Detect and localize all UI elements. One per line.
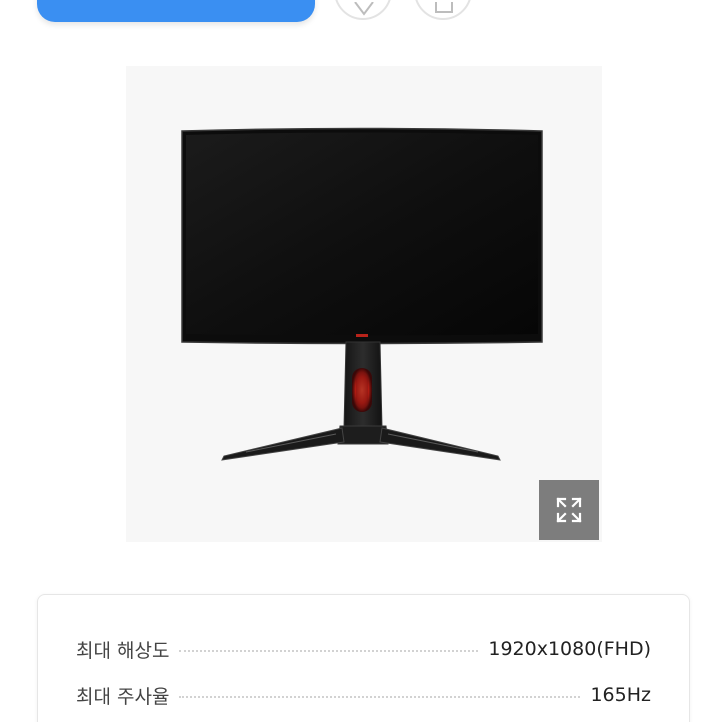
product-image[interactable] — [126, 66, 602, 542]
spec-value: 1920x1080(FHD) — [488, 638, 651, 660]
buy-button[interactable]: • • • • • • • • — [37, 0, 315, 22]
spec-card: 최대 해상도 1920x1080(FHD) 최대 주사율 165Hz — [37, 594, 690, 722]
share-icon — [435, 2, 453, 13]
dotted-leader — [179, 650, 479, 652]
expand-icon — [556, 497, 582, 523]
dotted-leader — [179, 696, 581, 698]
curved-gaming-monitor-image — [181, 127, 543, 461]
share-button[interactable] — [414, 0, 472, 20]
spec-value: 165Hz — [590, 684, 651, 706]
spec-row-refresh-rate: 최대 주사율 165Hz — [76, 681, 651, 709]
spec-label: 최대 주사율 — [76, 685, 170, 708]
spec-row-resolution: 최대 해상도 1920x1080(FHD) — [76, 635, 651, 663]
heart-icon — [354, 2, 374, 16]
expand-image-button[interactable] — [539, 480, 599, 540]
wishlist-button[interactable] — [334, 0, 392, 20]
product-page: • • • • • • • • — [0, 0, 722, 722]
spec-label: 최대 해상도 — [76, 639, 170, 662]
